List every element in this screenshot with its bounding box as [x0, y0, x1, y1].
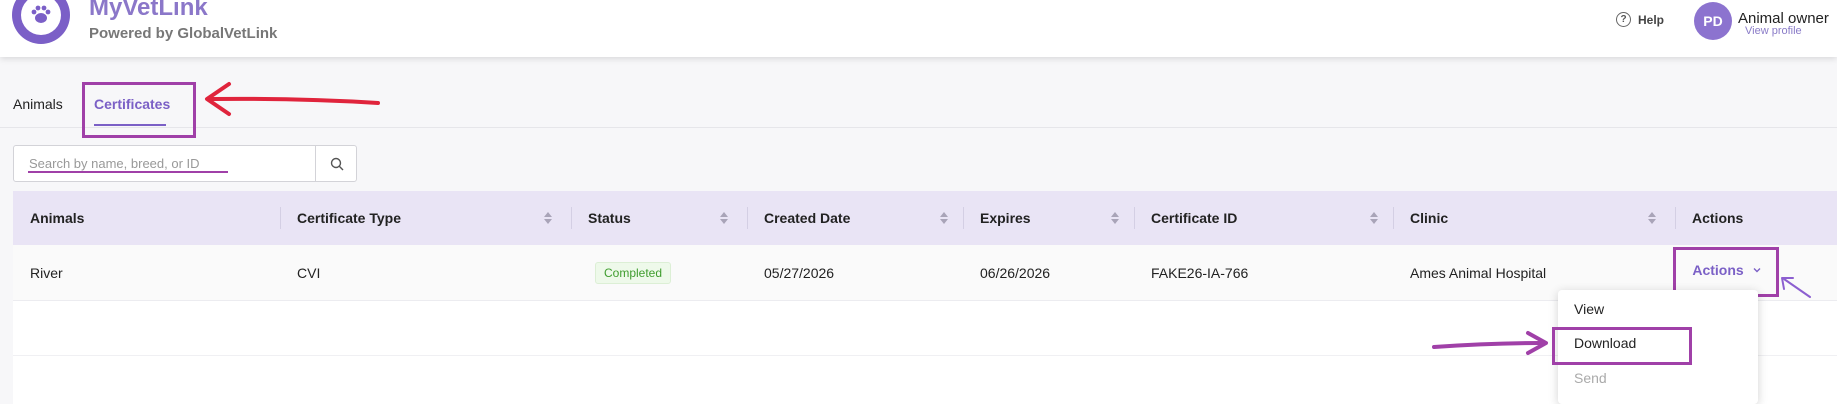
red-arrow-icon: [205, 82, 380, 116]
annotation-arrows: [205, 82, 1811, 355]
purple-arrow-icon: [1432, 331, 1548, 355]
small-purple-arrow-icon: [1781, 277, 1811, 298]
